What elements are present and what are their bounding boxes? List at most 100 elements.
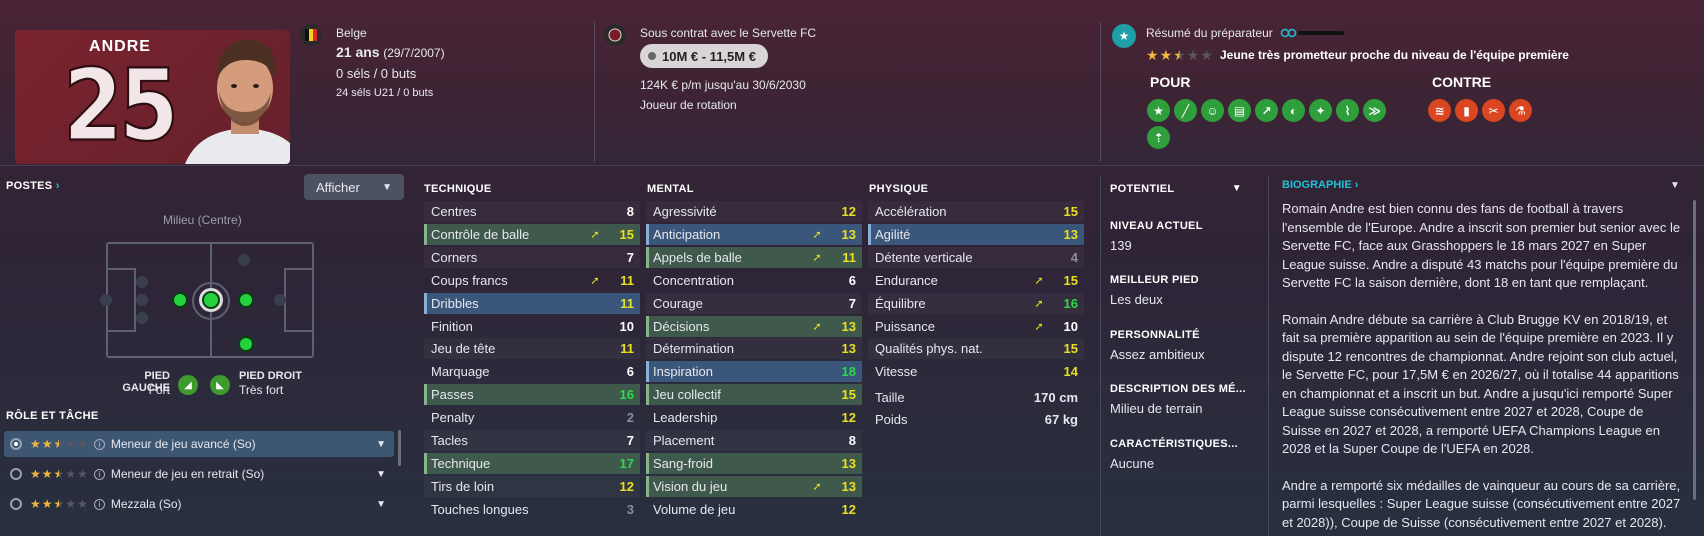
radio-button[interactable]: [10, 498, 22, 510]
attribute-row[interactable]: Vitesse 14: [868, 361, 1084, 382]
cross-icon[interactable]: ✂: [1482, 99, 1505, 122]
player-header: ANDRE 25 Belge 21 ans (29/7/2007) 0 séls…: [0, 0, 1704, 166]
attribute-row[interactable]: Agilité 13: [868, 223, 1084, 245]
chevron-down-icon[interactable]: ▼: [376, 439, 386, 450]
age-line: 21 ans (29/7/2007): [336, 44, 445, 60]
media-description-label: DESCRIPTION DES MÉ...: [1110, 383, 1246, 395]
attribute-name: Passes: [431, 387, 474, 403]
trend-icon[interactable]: ↗: [1255, 99, 1278, 122]
attribute-row[interactable]: Dribbles 11: [424, 292, 640, 314]
info-icon[interactable]: i: [93, 438, 105, 450]
chevron-down-icon[interactable]: ▼: [1670, 180, 1680, 191]
attribute-row[interactable]: Passes 16: [424, 384, 640, 406]
attribute-row[interactable]: Inspiration 18: [646, 361, 862, 383]
attribute-value: 18: [841, 364, 856, 380]
attribute-value: 15: [619, 226, 634, 242]
attribute-row[interactable]: Contrôle de balle ➚ 15: [424, 223, 640, 245]
chevron-down-icon[interactable]: ▼: [376, 469, 386, 480]
attribute-row[interactable]: Technique 17: [424, 452, 640, 474]
attribute-row[interactable]: Finition 10: [424, 316, 640, 337]
attribute-row[interactable]: Détermination 13: [646, 338, 862, 359]
attribute-name: Contrôle de balle: [431, 226, 530, 242]
chevron-down-icon[interactable]: ▼: [1232, 183, 1242, 195]
attribute-row[interactable]: Penalty 2: [424, 407, 640, 428]
attribute-row[interactable]: Touches longues 3: [424, 499, 640, 520]
mind-icon[interactable]: ◐: [1282, 99, 1305, 122]
best-foot-section: MEILLEUR PIED Les deux: [1110, 274, 1250, 307]
trend-arrow-icon: ➚: [590, 274, 600, 287]
attribute-row[interactable]: Concentration 6: [646, 270, 862, 291]
attribute-row[interactable]: Jeu collectif 15: [646, 384, 862, 406]
tactic-icon[interactable]: ▤: [1228, 99, 1251, 122]
bio-paragraph: Romain Andre débute sa carrière à Club B…: [1282, 311, 1679, 457]
attribute-row[interactable]: Placement 8: [646, 430, 862, 451]
role-item[interactable]: ★ ★ ★ ★ ★ i Meneur de jeu en retrait (So) ▼: [4, 461, 394, 487]
attribute-row[interactable]: Tacles 7: [424, 430, 640, 451]
radio-button[interactable]: [10, 468, 22, 480]
attribute-name: Qualités phys. nat.: [875, 341, 983, 357]
attribute-value: 16: [619, 387, 634, 403]
role-item[interactable]: ★ ★ ★ ★ ★ i Mezzala (So) ▼: [4, 491, 394, 517]
technique-label: TECHNIQUE: [424, 183, 492, 195]
stairs-icon[interactable]: ≋: [1428, 99, 1451, 122]
attribute-row[interactable]: Anticipation ➚ 13: [646, 223, 862, 245]
age: 21 ans: [336, 44, 380, 60]
attribute-row[interactable]: Qualités phys. nat. 15: [868, 338, 1084, 359]
half-star-icon: ★: [1173, 47, 1186, 63]
transfer-value-badge[interactable]: 10M € - 11,5M €: [640, 44, 768, 68]
attribute-value: 3: [626, 501, 634, 517]
attribute-row[interactable]: Corners 7: [424, 247, 640, 268]
weight-row: Poids 67 kg: [868, 409, 1084, 430]
smile-icon[interactable]: ☺: [1201, 99, 1224, 122]
show-button[interactable]: Afficher ▼: [304, 174, 404, 200]
attribute-row[interactable]: Vision du jeu ➚ 13: [646, 475, 862, 497]
radio-button[interactable]: [10, 438, 22, 450]
coach-summary: Jeune très prometteur proche du niveau d…: [1220, 48, 1569, 62]
attribute-row[interactable]: Équilibre ➚ 16: [868, 293, 1084, 314]
attribute-value: 12: [841, 501, 856, 517]
height-row: Taille 170 cm: [868, 387, 1084, 408]
attribute-row[interactable]: Tirs de loin 12: [424, 476, 640, 497]
positions-header[interactable]: POSTES ›: [6, 180, 60, 192]
bio-scrollbar[interactable]: [1693, 200, 1696, 500]
card-icon[interactable]: ▮: [1455, 99, 1478, 122]
attribute-row[interactable]: Agressivité 12: [646, 201, 862, 222]
current-ability-label: NIVEAU ACTUEL: [1110, 220, 1203, 232]
attribute-row[interactable]: Marquage 6: [424, 361, 640, 382]
attribute-row[interactable]: Leadership 12: [646, 407, 862, 428]
attribute-row[interactable]: Puissance ➚ 10: [868, 316, 1084, 337]
attribute-row[interactable]: Endurance ➚ 15: [868, 270, 1084, 291]
roles-scrollbar[interactable]: [398, 430, 401, 466]
info-icon[interactable]: i: [93, 468, 105, 480]
flask-icon[interactable]: ⚗: [1509, 99, 1532, 122]
attribute-row[interactable]: Décisions ➚ 13: [646, 315, 862, 337]
potential-section[interactable]: POTENTIEL ▼: [1110, 183, 1250, 195]
attribute-row[interactable]: Coups francs ➚ 11: [424, 270, 640, 291]
info-icon[interactable]: i: [93, 498, 105, 510]
foot-icon[interactable]: ⌇: [1336, 99, 1359, 122]
attribute-name: Jeu de tête: [431, 341, 496, 357]
characteristics-label: CARACTÉRISTIQUES...: [1110, 438, 1238, 450]
attribute-row[interactable]: Volume de jeu 12: [646, 499, 862, 520]
attribute-value: 11: [620, 272, 634, 288]
spark-icon[interactable]: ✦: [1309, 99, 1332, 122]
attribute-row[interactable]: Détente verticale 4: [868, 247, 1084, 268]
attribute-name: Centres: [431, 204, 477, 219]
potential-label: POTENTIEL: [1110, 183, 1175, 195]
run-icon[interactable]: ≫: [1363, 99, 1386, 122]
tackle-icon[interactable]: ╱: [1174, 99, 1197, 122]
biography-header[interactable]: BIOGRAPHIE ›: [1282, 179, 1358, 191]
chevron-down-icon[interactable]: ▼: [376, 499, 386, 510]
star-icon[interactable]: ★: [1147, 99, 1170, 122]
attribute-row[interactable]: Courage 7: [646, 293, 862, 314]
attribute-row[interactable]: Sang-froid 13: [646, 452, 862, 474]
attribute-row[interactable]: Jeu de tête 11: [424, 338, 640, 359]
trend-arrow-icon: ➚: [812, 320, 822, 333]
attribute-row[interactable]: Accélération 15: [868, 201, 1084, 222]
boost-icon[interactable]: ⇡: [1147, 126, 1170, 149]
attribute-row[interactable]: Centres 8: [424, 201, 640, 222]
attribute-row[interactable]: Appels de balle ➚ 11: [646, 246, 862, 268]
attribute-name: Agressivité: [653, 204, 717, 219]
role-item[interactable]: ★ ★ ★ ★ ★ i Meneur de jeu avancé (So) ▼: [4, 431, 394, 457]
star-badge-icon: ★: [1112, 24, 1136, 48]
